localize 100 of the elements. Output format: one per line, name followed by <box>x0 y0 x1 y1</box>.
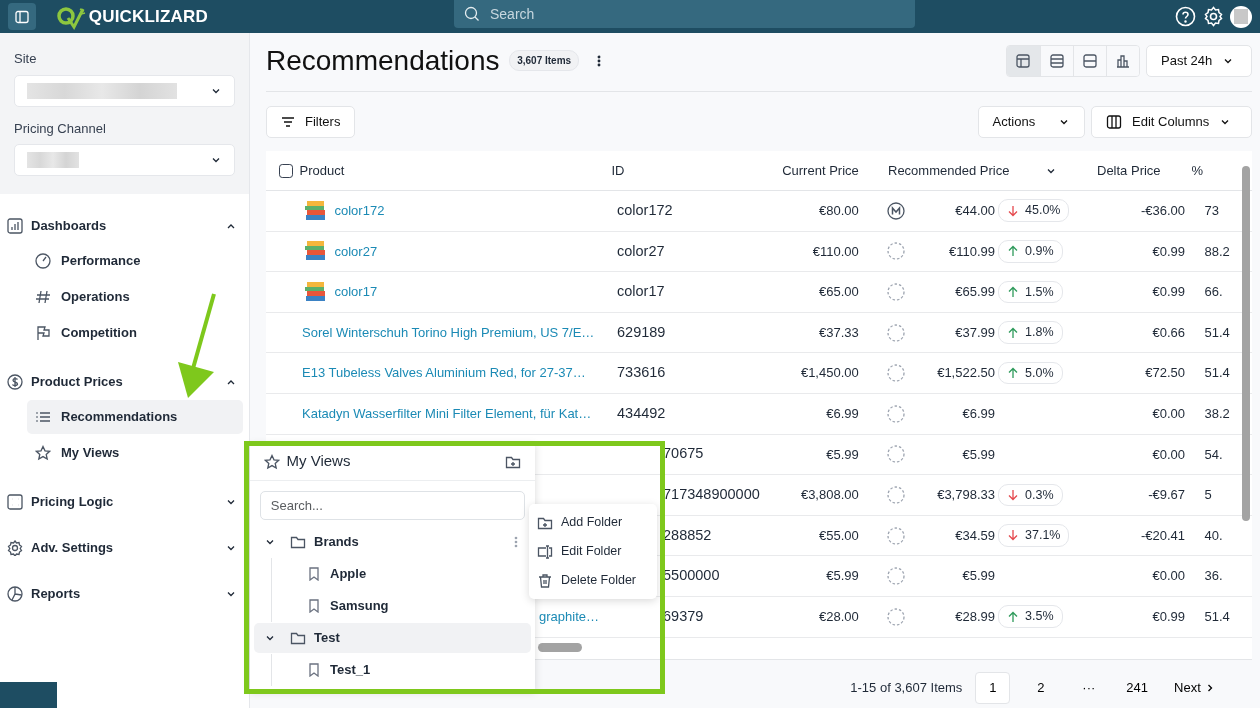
nav-section[interactable]: Pricing Logic <box>0 488 249 516</box>
bookmark-icon <box>308 663 320 677</box>
search-field[interactable]: Search <box>454 0 915 28</box>
column-header[interactable]: Current Price <box>782 162 859 178</box>
nav-item[interactable]: Performance <box>27 244 243 278</box>
product-link[interactable]: graphite… <box>539 607 599 627</box>
page-button[interactable]: ··· <box>1071 671 1107 704</box>
product-link[interactable]: color172 <box>334 201 385 221</box>
view-mode-button[interactable] <box>1006 45 1040 76</box>
change-badge: 0.9% <box>998 239 1063 263</box>
chart-icon <box>7 218 23 234</box>
table-cell: €37.99 <box>955 324 995 340</box>
sidebar-icon <box>14 8 30 25</box>
select-all-checkbox[interactable] <box>279 163 293 178</box>
table-cell: €110.99 <box>948 243 995 259</box>
product-link[interactable]: E13 Tubeless Valves Aluminium Red, for 27-37… <box>302 363 586 383</box>
table-cell: €37.33 <box>819 324 859 340</box>
column-header[interactable]: ID <box>611 162 625 178</box>
nav-item[interactable]: Operations <box>27 280 243 314</box>
dice-icon <box>7 494 23 510</box>
search-field[interactable]: Search... <box>260 491 525 520</box>
product-link[interactable]: color27 <box>334 241 378 262</box>
star-icon <box>264 453 280 470</box>
table-cell: 288852 <box>663 526 712 543</box>
nav-item[interactable]: My Views <box>27 436 243 470</box>
table-cell: €0.99 <box>1152 609 1185 624</box>
select-field[interactable] <box>14 74 235 107</box>
help-icon <box>1175 6 1196 27</box>
change-badge: 5.0% <box>998 361 1063 385</box>
table-cell: €0.99 <box>1152 243 1185 259</box>
table-cell: €5.99 <box>826 446 859 462</box>
table-cell: -€36.00 <box>1140 203 1185 219</box>
table-cell: €28.00 <box>819 609 859 624</box>
table-cell: €5.99 <box>826 568 859 584</box>
sidebar-toggle-button[interactable] <box>8 3 36 30</box>
menu-item[interactable]: Edit Folder <box>529 537 657 566</box>
column-header[interactable]: Delta Price <box>1097 162 1161 178</box>
table-cell: color172 <box>617 201 673 218</box>
select-field[interactable] <box>14 144 235 176</box>
view-mode-button[interactable] <box>1105 45 1139 76</box>
nav-item[interactable]: Competition <box>27 316 243 350</box>
star-icon <box>35 445 51 461</box>
time-range-dropdown[interactable]: Past 24h <box>1146 44 1252 77</box>
list-icon <box>35 409 51 425</box>
nav-section[interactable]: Adv. Settings <box>0 534 249 562</box>
folder-icon <box>290 630 306 646</box>
avatar[interactable] <box>1230 5 1252 28</box>
table-cell: -€9.67 <box>1148 487 1185 503</box>
nav-item[interactable]: Recommendations <box>27 400 243 434</box>
column-header[interactable]: Recommended Price <box>888 160 1045 181</box>
table-cell: €0.00 <box>1152 446 1185 462</box>
table-cell: €0.99 <box>1152 284 1185 300</box>
panel-title: My Views <box>286 451 352 472</box>
pie-icon <box>7 586 23 602</box>
settings-icon <box>1202 6 1224 27</box>
filter-icon <box>281 115 295 129</box>
product-link[interactable]: Sorel Winterschuh Torino High Premium, US 7/E… <box>302 322 595 343</box>
product-link[interactable]: color17 <box>334 282 378 302</box>
column-header[interactable]: Product <box>299 160 345 181</box>
table-cell: €110.00 <box>812 243 859 259</box>
filters-button[interactable]: Filters <box>266 106 356 138</box>
search-icon <box>464 6 480 22</box>
change-badge: 37.1% <box>998 524 1070 547</box>
folder-icon <box>290 534 306 550</box>
table-cell: 717348900000 <box>663 486 760 503</box>
nav-section[interactable]: Dashboards <box>0 212 249 240</box>
table-cell: 70675 <box>663 445 704 462</box>
page-button[interactable]: 241 <box>1119 671 1155 704</box>
view-item[interactable]: Test_1 <box>272 654 535 686</box>
hash-icon <box>35 289 51 305</box>
trash-icon <box>537 572 553 589</box>
change-badge: 1.8% <box>998 321 1063 344</box>
table-cell: 5500000 <box>663 567 720 584</box>
menu-item[interactable]: Add Folder <box>529 508 657 537</box>
table-cell: 69379 <box>663 607 704 624</box>
scrollbar-thumb[interactable] <box>538 642 582 652</box>
bar-chart-icon <box>1114 52 1131 69</box>
product-link[interactable]: Katadyn Wasserfilter Mini Filter Element, für Kat… <box>302 404 592 424</box>
table-cell: 51.4 <box>1204 324 1230 340</box>
nav-section[interactable]: Product Prices <box>0 368 249 396</box>
bookmark-icon <box>308 599 320 613</box>
change-badge: 0.3% <box>998 483 1063 507</box>
nav-section[interactable]: Reports <box>0 580 249 608</box>
folder-item[interactable]: Brands <box>254 527 531 557</box>
page-button[interactable]: 2 <box>1023 671 1059 704</box>
table-cell: -€20.41 <box>1140 527 1185 543</box>
flag-icon <box>35 325 51 341</box>
next-button[interactable]: Next <box>1168 676 1222 699</box>
table-cell: 40. <box>1204 527 1223 543</box>
field-label: Site <box>14 50 37 68</box>
page-button[interactable]: 1 <box>975 671 1011 704</box>
column-header[interactable]: % <box>1191 162 1204 178</box>
bookmark-icon <box>308 567 320 581</box>
folder-item[interactable]: Test <box>254 623 531 653</box>
table-cell: 73 <box>1204 203 1219 219</box>
columns-icon <box>1106 114 1122 130</box>
actions-dropdown[interactable]: Actions <box>977 106 1085 138</box>
table-cell: €1,522.50 <box>937 365 995 381</box>
edit-columns-dropdown[interactable]: Edit Columns <box>1091 106 1252 138</box>
table-cell: €0.66 <box>1152 324 1185 340</box>
